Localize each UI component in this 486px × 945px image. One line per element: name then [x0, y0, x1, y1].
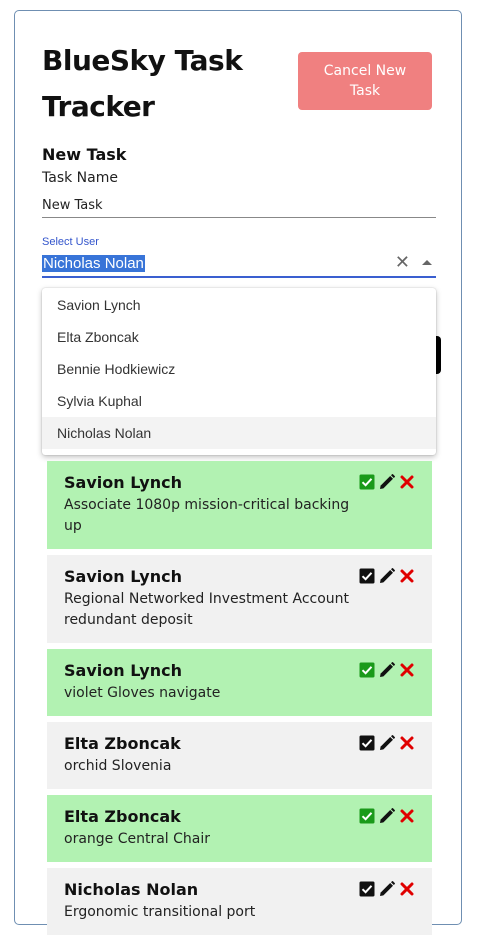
task-item: Nicholas Nolan Ergonomic transitional po… — [47, 868, 432, 935]
clear-icon[interactable]: ✕ — [395, 253, 410, 273]
task-actions — [359, 808, 415, 824]
task-item: Savion Lynch Associate 1080p mission-cri… — [47, 461, 432, 549]
x-icon[interactable] — [399, 474, 415, 490]
dropdown-option[interactable]: Savion Lynch — [42, 289, 436, 321]
task-item: Elta Zboncak orange Central Chair — [47, 795, 432, 862]
app-title: BlueSky Task Tracker — [42, 44, 243, 123]
task-name-label: Task Name — [42, 170, 118, 186]
check-square-icon[interactable] — [359, 881, 375, 897]
task-actions — [359, 735, 415, 751]
x-icon[interactable] — [399, 881, 415, 897]
check-square-icon[interactable] — [359, 808, 375, 824]
pencil-icon[interactable] — [379, 474, 395, 490]
dropdown-option[interactable]: Bennie Hodkiewicz — [42, 353, 436, 385]
task-description: orange Central Chair — [64, 831, 211, 847]
task-name-input[interactable] — [42, 193, 436, 218]
pencil-icon[interactable] — [379, 808, 395, 824]
new-task-heading: New Task — [42, 145, 127, 164]
dropdown-option[interactable]: Sylvia Kuphal — [42, 385, 436, 417]
dropdown-option[interactable]: Nicholas Nolan — [42, 417, 436, 449]
dropdown-option[interactable]: Elta Zboncak — [42, 321, 436, 353]
task-description: Regional Networked Investment Account re… — [64, 591, 350, 628]
task-actions — [359, 474, 415, 490]
cancel-new-task-button[interactable]: Cancel New Task — [298, 52, 432, 110]
task-description: orchid Slovenia — [64, 758, 172, 774]
chevron-up-icon[interactable] — [422, 260, 432, 265]
check-square-icon[interactable] — [359, 662, 375, 678]
task-description: Ergonomic transitional port — [64, 904, 256, 920]
task-item: Elta Zboncak orchid Slovenia — [47, 722, 432, 789]
select-user-field[interactable]: Nicholas Nolan ✕ — [42, 252, 436, 278]
task-actions — [359, 568, 415, 584]
pencil-icon[interactable] — [379, 568, 395, 584]
task-description: Associate 1080p mission-critical backing… — [64, 497, 350, 534]
task-item: Savion Lynch violet Gloves navigate — [47, 649, 432, 716]
task-item: Savion Lynch Regional Networked Investme… — [47, 555, 432, 643]
select-user-label: Select User — [42, 236, 99, 248]
task-actions — [359, 662, 415, 678]
check-square-icon[interactable] — [359, 568, 375, 584]
x-icon[interactable] — [399, 662, 415, 678]
pencil-icon[interactable] — [379, 662, 395, 678]
check-square-icon[interactable] — [359, 474, 375, 490]
pencil-icon[interactable] — [379, 735, 395, 751]
x-icon[interactable] — [399, 568, 415, 584]
task-list: Savion Lynch Associate 1080p mission-cri… — [47, 461, 432, 941]
task-description: violet Gloves navigate — [64, 685, 221, 701]
user-dropdown-menu: Savion Lynch Elta Zboncak Bennie Hodkiew… — [42, 288, 436, 455]
x-icon[interactable] — [399, 735, 415, 751]
pencil-icon[interactable] — [379, 881, 395, 897]
task-actions — [359, 881, 415, 897]
check-square-icon[interactable] — [359, 735, 375, 751]
x-icon[interactable] — [399, 808, 415, 824]
selected-user-value[interactable]: Nicholas Nolan — [42, 255, 145, 272]
